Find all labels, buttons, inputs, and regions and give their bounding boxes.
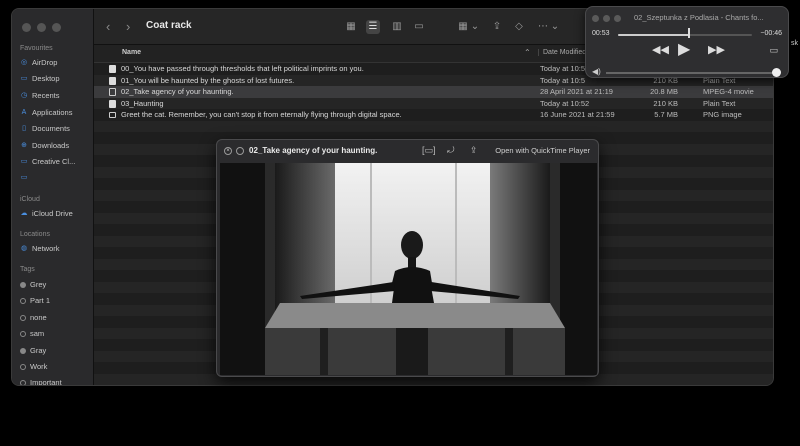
rotate-icon[interactable]: ⤾ bbox=[447, 145, 455, 156]
window-controls bbox=[22, 23, 61, 32]
sidebar-item-airdrop[interactable]: ◎ AirDrop bbox=[20, 58, 58, 67]
progress-fill bbox=[618, 34, 690, 36]
sidebar-tag-grey[interactable]: Grey bbox=[20, 280, 46, 289]
elapsed-time: 00:53 bbox=[592, 30, 610, 37]
progress-slider[interactable] bbox=[618, 34, 752, 36]
quicklook-toolbar: × 02_Take agency of your haunting. [▭] ⤾… bbox=[217, 140, 598, 162]
share-icon[interactable]: ⇪ bbox=[490, 20, 504, 34]
sidebar-item-applications[interactable]: A Applications bbox=[20, 108, 73, 117]
folder-icon: ▭ bbox=[20, 157, 28, 165]
table-row[interactable]: 03_Haunting Today at 10:52 210 KB Plain … bbox=[94, 97, 773, 109]
chevron-down-icon[interactable]: ⌄ bbox=[548, 20, 562, 34]
window-title: Coat rack bbox=[146, 20, 192, 31]
cloud-icon: ☁ bbox=[20, 209, 28, 217]
sidebar-section-locations: Locations bbox=[20, 231, 50, 238]
column-header-date[interactable]: Date Modified bbox=[538, 49, 586, 56]
download-icon: ⊕ bbox=[21, 141, 27, 149]
tag-dot-icon bbox=[20, 347, 26, 354]
video-frame bbox=[220, 163, 597, 375]
sidebar-item-network[interactable]: ◍ Network bbox=[20, 244, 60, 253]
sidebar-item-documents[interactable]: ▯ Documents bbox=[20, 124, 70, 133]
sidebar-tag-sam[interactable]: sam bbox=[20, 329, 44, 338]
sidebar-tag-important[interactable]: Important bbox=[20, 378, 62, 385]
table-row-selected[interactable]: 02_Take agency of your haunting. 28 Apri… bbox=[94, 86, 773, 98]
quicklook-title: 02_Take agency of your haunting. bbox=[249, 146, 378, 155]
tag-dot-icon bbox=[20, 379, 26, 385]
zoom-button[interactable] bbox=[52, 23, 61, 32]
progress-knob[interactable] bbox=[688, 28, 691, 38]
document-icon bbox=[109, 76, 116, 85]
sidebar-item-recents[interactable]: ◷ Recents bbox=[20, 91, 60, 100]
zoom-button[interactable] bbox=[614, 15, 621, 22]
quicklook-panel: × 02_Take agency of your haunting. [▭] ⤾… bbox=[216, 139, 599, 377]
sidebar-item-desktop[interactable]: ▭ Desktop bbox=[20, 74, 60, 83]
track-title: 02_Szeptunka z Podlasia - Chants fo... bbox=[634, 13, 764, 22]
sidebar-tag-work[interactable]: Work bbox=[20, 362, 47, 371]
sidebar-item-folder[interactable]: ▭ bbox=[20, 174, 28, 182]
close-button[interactable] bbox=[22, 23, 31, 32]
sidebar-tag-gray[interactable]: Gray bbox=[20, 346, 46, 355]
finder-sidebar: Favourites ◎ AirDrop ▭ Desktop ◷ Recents AA… bbox=[12, 9, 94, 385]
tag-dot-icon bbox=[20, 363, 26, 370]
sidebar-section-icloud: iCloud bbox=[20, 196, 40, 203]
sidebar-section-tags: Tags bbox=[20, 266, 35, 273]
tag-dot-icon bbox=[20, 314, 26, 321]
player-window-controls bbox=[592, 15, 621, 22]
video-preview[interactable] bbox=[220, 163, 597, 375]
column-header-name[interactable]: Name bbox=[122, 49, 141, 56]
sidebar-item-creative-cloud[interactable]: ▭ Creative Cl... bbox=[20, 157, 76, 166]
sort-chevron-icon: ⌃ bbox=[524, 48, 531, 57]
minimize-button[interactable] bbox=[603, 15, 610, 22]
document-icon: ▯ bbox=[22, 124, 26, 132]
table-row[interactable]: Greet the cat. Remember, you can't stop … bbox=[94, 109, 773, 121]
minimize-button[interactable] bbox=[37, 23, 46, 32]
airdrop-icon: ◎ bbox=[20, 58, 28, 66]
mini-player: 02_Szeptunka z Podlasia - Chants fo... 0… bbox=[585, 6, 789, 78]
back-icon[interactable]: ‹ bbox=[106, 19, 110, 34]
volume-knob[interactable] bbox=[772, 68, 781, 77]
close-button[interactable] bbox=[592, 15, 599, 22]
trim-icon[interactable]: [▭] bbox=[422, 145, 436, 156]
document-icon bbox=[109, 99, 116, 108]
image-icon bbox=[109, 112, 116, 118]
sidebar-tag-part-1[interactable]: Part 1 bbox=[20, 296, 50, 305]
close-icon[interactable]: × bbox=[224, 147, 232, 155]
sidebar-item-icloud-drive[interactable]: ☁ iCloud Drive bbox=[20, 209, 73, 218]
forward-icon[interactable]: › bbox=[126, 19, 130, 34]
column-view-icon[interactable]: ▥ bbox=[390, 20, 404, 34]
gallery-view-icon[interactable]: ▭ bbox=[412, 20, 426, 34]
movie-icon bbox=[109, 88, 116, 96]
sidebar-item-downloads[interactable]: ⊕ Downloads bbox=[20, 141, 69, 150]
empty-row bbox=[94, 385, 773, 386]
tag-icon[interactable]: ◇ bbox=[512, 20, 526, 34]
list-view-icon[interactable]: ☰ bbox=[366, 20, 380, 34]
desktop-edge-text: sk bbox=[791, 40, 798, 47]
chevron-down-icon[interactable]: ⌄ bbox=[468, 20, 482, 34]
document-icon bbox=[109, 65, 116, 73]
play-icon[interactable]: ▶ bbox=[678, 39, 690, 59]
tag-dot-icon bbox=[20, 297, 26, 304]
applications-icon: A bbox=[21, 108, 27, 116]
volume-icon: ◀) bbox=[592, 67, 601, 76]
rewind-icon[interactable]: ◀◀ bbox=[652, 43, 669, 56]
icon-view-icon[interactable]: ▦ bbox=[344, 20, 358, 34]
volume-slider[interactable] bbox=[606, 72, 778, 74]
desktop-icon: ▭ bbox=[20, 74, 28, 82]
share-icon[interactable]: ⇪ bbox=[470, 145, 478, 156]
tag-dot-icon bbox=[20, 330, 26, 337]
sidebar-section-favourites: Favourites bbox=[20, 45, 53, 52]
empty-row bbox=[94, 120, 773, 132]
folder-icon: ▭ bbox=[20, 174, 28, 181]
open-with-quicktime-button[interactable]: Open with QuickTime Player bbox=[495, 146, 590, 155]
fullscreen-icon[interactable] bbox=[236, 147, 244, 155]
globe-icon: ◍ bbox=[20, 244, 28, 252]
tag-dot-icon bbox=[20, 281, 26, 288]
airplay-icon[interactable]: ▭ bbox=[769, 45, 778, 56]
clock-icon: ◷ bbox=[20, 91, 28, 99]
fast-forward-icon[interactable]: ▶▶ bbox=[708, 43, 725, 56]
remaining-time: −00:46 bbox=[760, 30, 782, 37]
sidebar-tag-none[interactable]: none bbox=[20, 313, 47, 322]
